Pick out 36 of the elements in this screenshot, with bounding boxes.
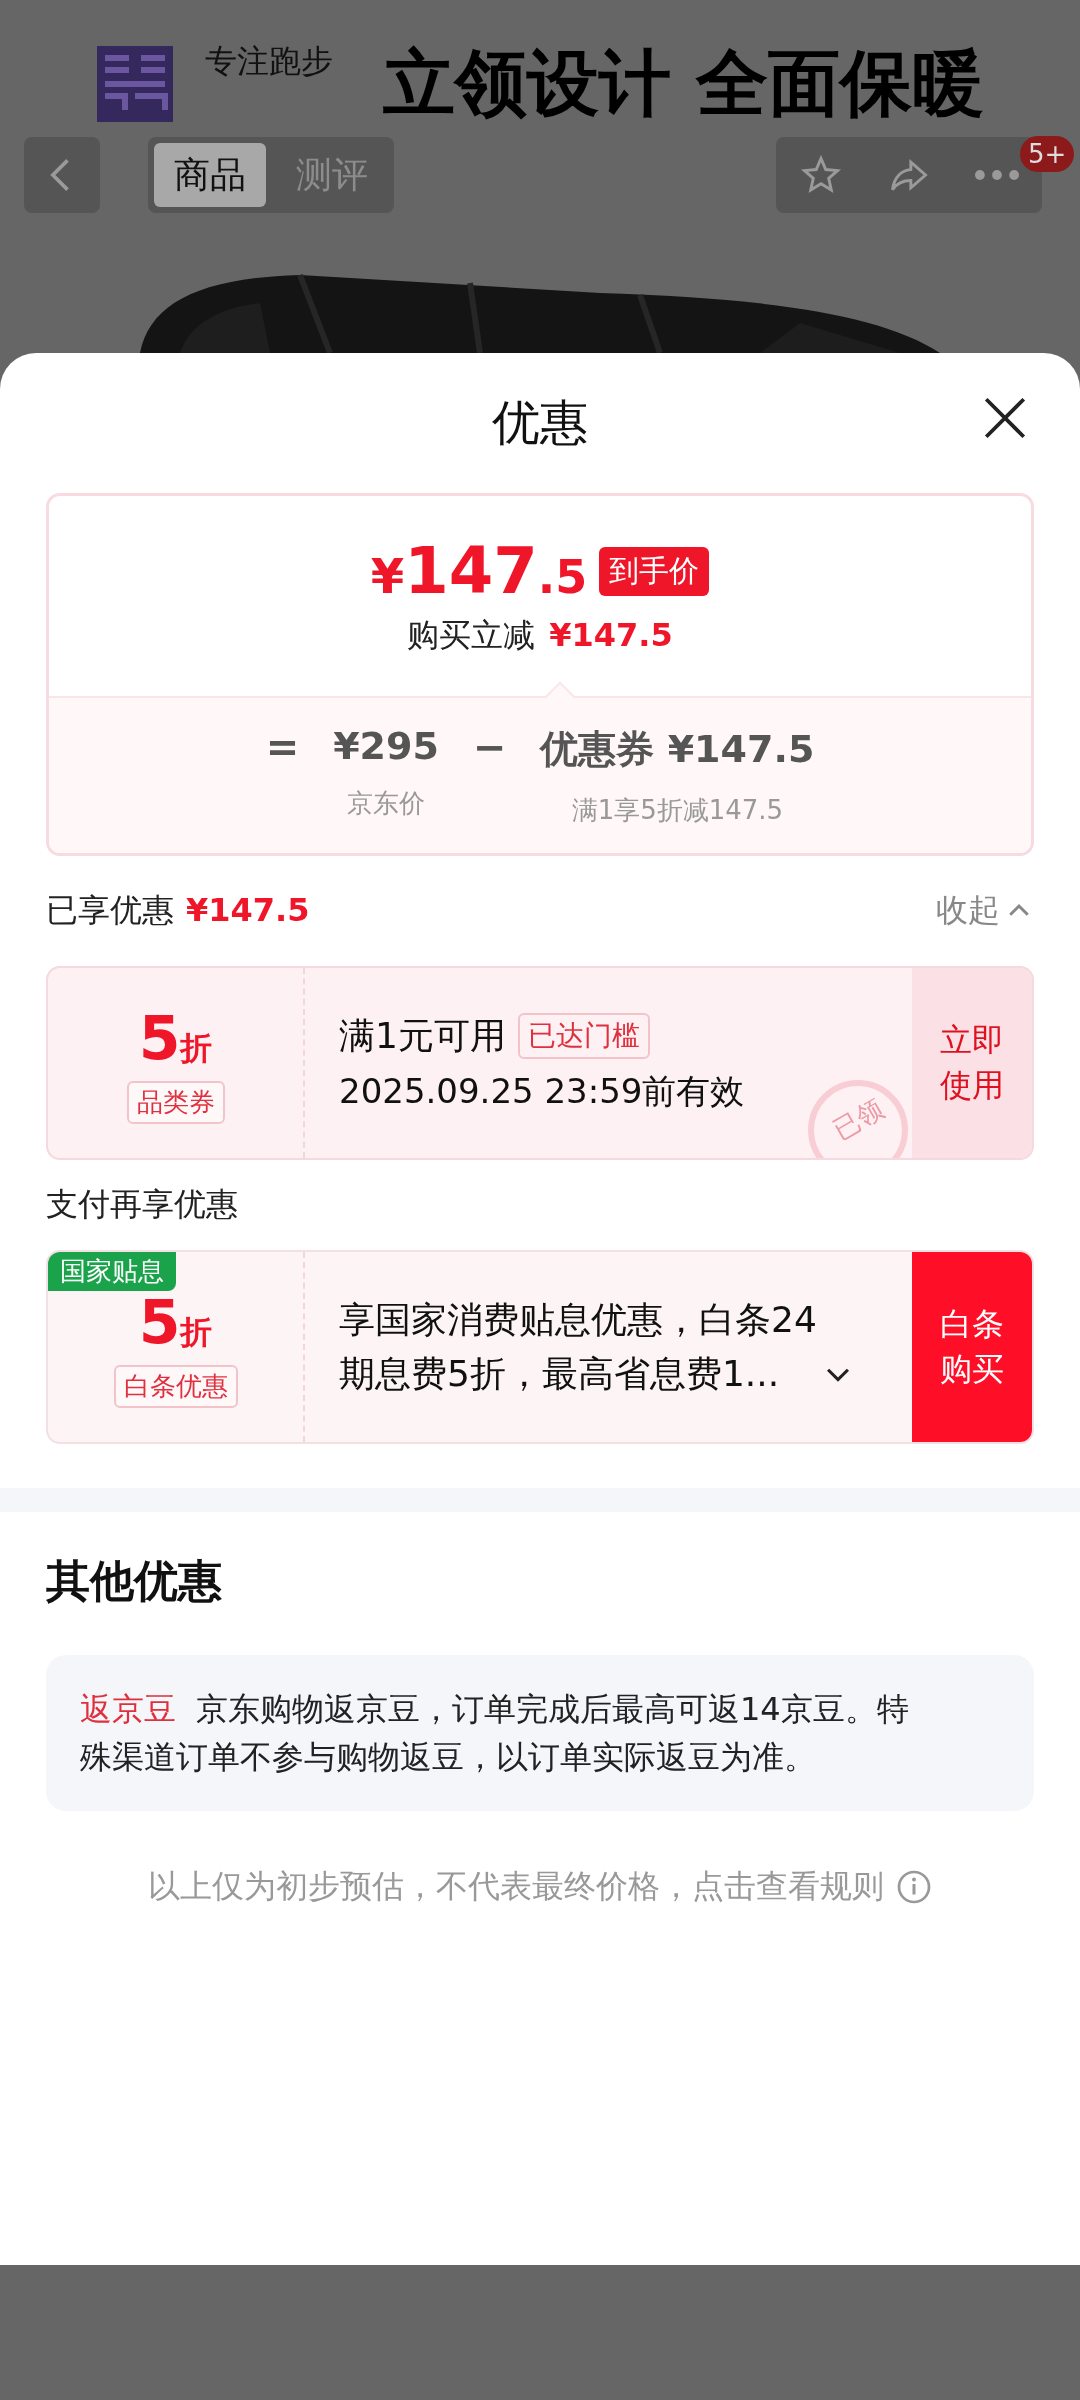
offer-description: 享国家消费贴息优惠，白条24期息费5折，最高省息费1... [339,1298,817,1396]
offer-description: 返京豆 京东购物返京豆，订单完成后最高可返14京豆。特殊渠道订单不参与购物返豆，以订单实际返豆为准。 [80,1689,910,1778]
saving-value: ¥147.5 [549,616,673,654]
notification-badge: 5+ [1020,136,1075,172]
more-icon [975,170,1019,180]
coupon-type-tag: 白条优惠 [113,1364,238,1408]
discount-total: ¥147.5 [186,891,310,929]
action-button[interactable]: 白条购买 [912,1252,1032,1442]
headline-text: 立领设计 全面保暖 [383,40,985,127]
status-tag: 已达门槛 [517,1013,650,1059]
validity-text: 2025.09.25 23:59前有效 [339,1069,745,1113]
slogan-text: 专注跑步 [205,41,333,82]
coupon-condition: 满1元可用 [339,1013,506,1058]
operator-sign: − [472,724,507,772]
section-heading: 其他优惠 [46,1554,223,1608]
coupon-type-tag: 品类券 [126,1080,225,1124]
action-button[interactable]: 立即使用 [912,968,1032,1158]
logo-icon [95,44,175,124]
term-label: 满1享5折减147.5 [571,794,784,827]
term-value: 优惠券 ¥147.5 [540,726,815,773]
section-label: 已享优惠 [46,890,174,931]
tab[interactable]: 商品 [154,143,266,207]
saving-label: 购买立减 [407,615,536,656]
price-tag: 到手价 [599,546,710,596]
term-value: ¥295 [333,724,439,768]
term-label: 京东价 [347,787,426,820]
collapse-button[interactable]: 收起 [936,889,1034,933]
back-button[interactable] [24,137,100,213]
discount-value: 5折 [138,1002,213,1073]
rules-link[interactable]: 以上仅为初步预估，不代表最终价格，点击查看规则 [148,1865,884,1909]
info-icon[interactable] [896,1869,932,1905]
corner-tag: 国家贴息 [48,1252,176,1291]
section-heading: 支付再享优惠 [46,1184,239,1225]
sheet-title: 优惠 [492,393,588,452]
final-price: ¥147.5 [370,534,588,608]
operator-sign: = [265,724,300,772]
